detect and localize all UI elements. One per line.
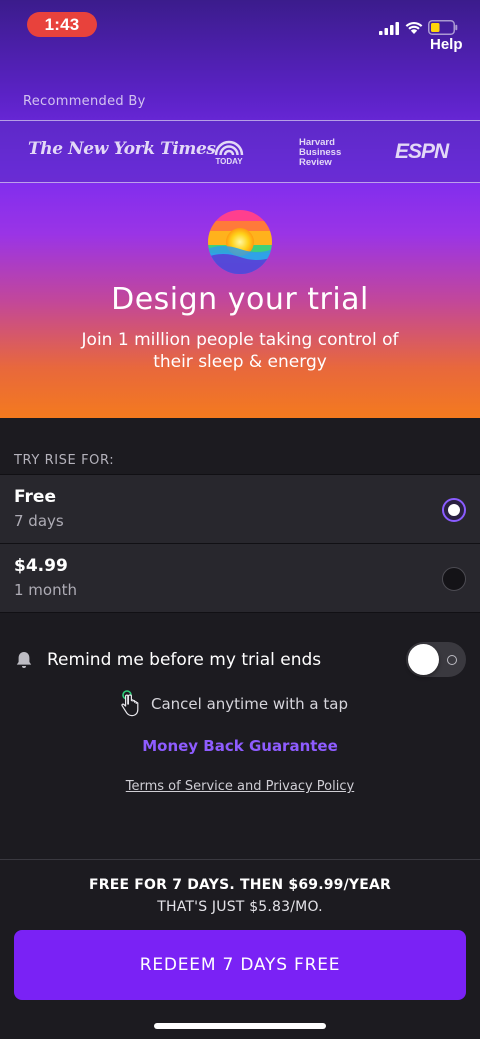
- recommended-label: Recommended By: [23, 94, 146, 109]
- today-rainbow-icon: [214, 140, 244, 156]
- espn-logo: ESPN: [395, 140, 449, 163]
- price-per-month: THAT'S JUST $5.83/MO.: [157, 899, 323, 915]
- cancel-anytime-text: Cancel anytime with a tap: [151, 695, 348, 713]
- trial-option-free[interactable]: Free 7 days: [0, 474, 480, 543]
- battery-icon: [428, 20, 458, 35]
- remind-label: Remind me before my trial ends: [47, 650, 322, 670]
- today-logo-text: TODAY: [215, 157, 243, 166]
- page-title: Design your trial: [111, 282, 369, 317]
- option-title: Free: [14, 487, 56, 507]
- hbr-line-3: Review: [299, 157, 332, 168]
- terms-privacy-link[interactable]: Terms of Service and Privacy Policy: [0, 779, 480, 794]
- page-subtitle: Join 1 million people taking control of …: [81, 330, 399, 372]
- redeem-button[interactable]: REDEEM 7 DAYS FREE: [14, 930, 466, 1000]
- trial-option-paid[interactable]: $4.99 1 month: [0, 543, 480, 613]
- radio-selected-icon[interactable]: [442, 498, 466, 522]
- bell-icon: [16, 652, 32, 668]
- price-summary: FREE FOR 7 DAYS. THEN $69.99/YEAR: [88, 877, 392, 893]
- help-link[interactable]: Help: [430, 36, 463, 53]
- nyt-logo: The New York Times: [28, 139, 216, 159]
- hero-section: 1:43 Help Recommended By The New York Ti…: [0, 0, 480, 418]
- toggle-off-indicator-icon: [447, 655, 457, 665]
- rise-app-icon: [208, 210, 272, 274]
- signal-icon: [379, 22, 399, 35]
- option-subtitle: 7 days: [14, 512, 64, 530]
- remind-toggle[interactable]: [406, 642, 466, 677]
- toggle-knob: [408, 644, 439, 675]
- status-time: 1:43: [27, 12, 97, 37]
- radio-unselected-icon[interactable]: [442, 567, 466, 591]
- today-logo: TODAY: [213, 139, 245, 166]
- money-back-guarantee-link[interactable]: Money Back Guarantee: [0, 737, 480, 755]
- trial-section-label: TRY RISE FOR:: [14, 453, 115, 468]
- option-title: $4.99: [14, 556, 68, 576]
- wifi-icon: [405, 21, 423, 34]
- home-indicator[interactable]: [154, 1023, 326, 1029]
- status-bar: 1:43 Help: [0, 0, 480, 56]
- hbr-logo: Harvard Business Review: [299, 138, 341, 168]
- option-subtitle: 1 month: [14, 581, 77, 599]
- tap-hand-icon: [121, 690, 139, 717]
